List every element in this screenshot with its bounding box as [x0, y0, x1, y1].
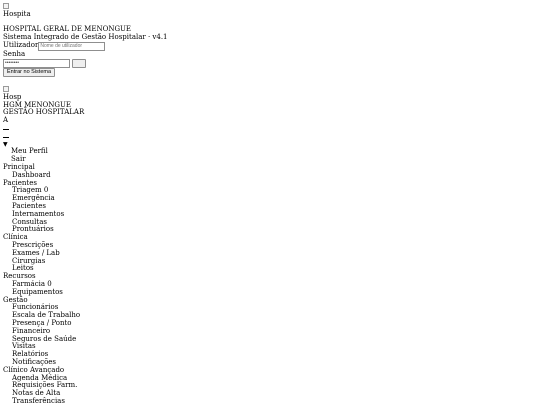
- page: Hospita HOSPITAL GERAL DE MENONGUE Siste…: [3, 3, 537, 405]
- login-logo: [3, 3, 537, 11]
- password-input[interactable]: ••••••••: [3, 58, 70, 68]
- sidebar-item[interactable]: Leitos: [3, 265, 537, 273]
- broken-image-icon: [3, 3, 9, 9]
- sidebar-item[interactable]: Farmácia 0: [3, 280, 537, 289]
- sidebar-item[interactable]: Consultas: [3, 218, 537, 227]
- sidebar-item[interactable]: Notificações: [3, 358, 537, 367]
- sidebar-item[interactable]: Exames / Lab: [3, 249, 537, 258]
- sidebar-item[interactable]: Relatórios: [3, 350, 537, 359]
- user-menu-toggle-icon[interactable]: ▼: [3, 141, 537, 149]
- sidebar-logo: [3, 86, 537, 94]
- password-row: ••••••••: [3, 58, 537, 69]
- nav-section-title: Clínico Avançado: [3, 365, 65, 374]
- sidebar-item[interactable]: Notas de Alta: [3, 389, 537, 398]
- avatar[interactable]: A: [3, 116, 537, 125]
- login-submit-button[interactable]: Entrar no Sistema: [3, 68, 56, 78]
- sidebar-logo-alt: Hosp: [3, 92, 22, 101]
- sidebar-item[interactable]: Requisições Farm.: [3, 382, 537, 390]
- username-row: Utilizador Nome de utilizador: [3, 40, 537, 51]
- nav-section-title: Gestão: [3, 295, 28, 304]
- system-name: Sistema Integrado de Gestão Hospitalar ·…: [3, 33, 168, 42]
- sidebar-item[interactable]: Prontuários: [3, 226, 537, 234]
- username-label: Utilizador: [3, 40, 39, 49]
- nav-section-title: Clínica: [3, 233, 28, 242]
- sidebar-item[interactable]: Transferências: [3, 397, 537, 405]
- user-menu-item-profile[interactable]: Meu Perfil: [3, 148, 537, 156]
- sidebar-item[interactable]: Financeiro: [3, 327, 537, 336]
- nav-section-title: Pacientes: [3, 178, 37, 187]
- nav-section-title: Recursos: [3, 272, 36, 281]
- submit-row: Entrar no Sistema: [3, 68, 537, 78]
- user-menu-item-logout[interactable]: Sair: [3, 155, 537, 164]
- sidebar-item[interactable]: Escala de Trabalho: [3, 311, 537, 320]
- password-label: Senha: [3, 49, 26, 58]
- sidebar-item[interactable]: Presença / Ponto: [3, 319, 537, 328]
- sidebar-item[interactable]: Prescrições: [3, 241, 537, 250]
- username-input[interactable]: Nome de utilizador: [38, 41, 106, 51]
- sidebar-item[interactable]: Visitas: [3, 343, 537, 351]
- user-menu: Meu Perfil Sair: [3, 148, 537, 164]
- sidebar-item[interactable]: Internamentos: [3, 210, 537, 219]
- sidebar-item[interactable]: Emergência: [3, 194, 537, 203]
- sidebar-item[interactable]: Equipamentos: [3, 288, 537, 297]
- divider: [3, 125, 537, 133]
- show-password-button[interactable]: [72, 58, 86, 68]
- sidebar-nav: Principal Dashboard Pacientes Triagem 0 Emer…: [3, 163, 537, 405]
- login-logo-alt: Hospita: [3, 9, 31, 18]
- sidebar-item[interactable]: Triagem 0: [3, 187, 537, 195]
- nav-section-title: Principal: [3, 163, 35, 172]
- divider: [3, 133, 537, 141]
- sidebar-item[interactable]: Cirurgias: [3, 257, 537, 266]
- broken-image-icon: [3, 86, 9, 93]
- sidebar-item[interactable]: Funcionários: [3, 304, 537, 312]
- sidebar-item[interactable]: Pacientes: [3, 202, 537, 211]
- brand-sub: GESTÃO HOSPITALAR: [3, 108, 85, 117]
- sidebar-item[interactable]: Seguros de Saúde: [3, 335, 537, 344]
- sidebar-item[interactable]: Dashboard: [3, 171, 537, 180]
- sidebar-item[interactable]: Agenda Médica: [3, 374, 537, 383]
